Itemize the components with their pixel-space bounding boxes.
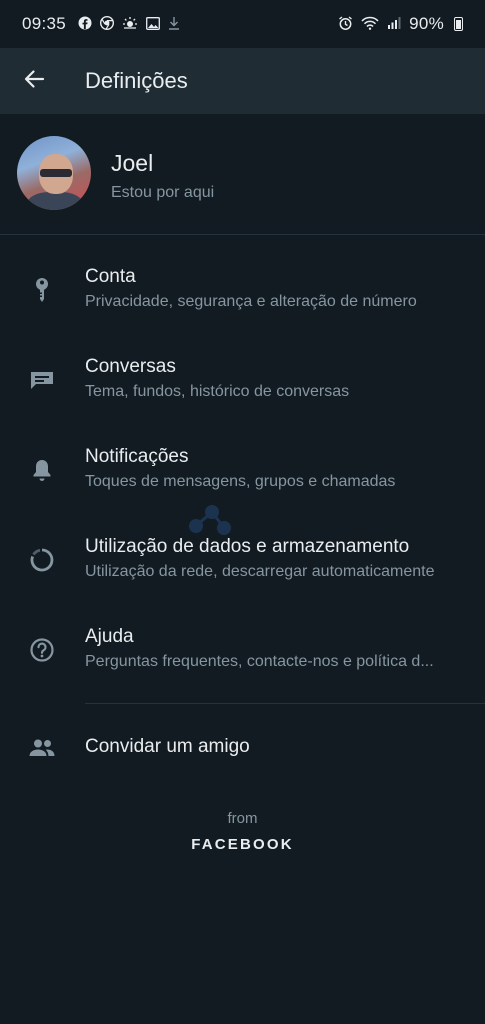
status-time: 09:35 <box>22 14 67 33</box>
menu-subtitle: Utilização da rede, descarregar automati… <box>85 563 435 580</box>
divider <box>0 234 485 235</box>
avatar[interactable] <box>17 136 91 210</box>
back-button[interactable] <box>18 65 50 97</box>
menu-item-data-storage[interactable]: Utilização de dados e armazenamento Util… <box>0 516 485 606</box>
profile-name: Joel <box>111 150 154 176</box>
menu-item-help[interactable]: Ajuda Perguntas frequentes, contacte-nos… <box>0 606 485 696</box>
invite-label: Convidar um amigo <box>85 736 250 757</box>
download-icon <box>168 16 180 32</box>
menu-subtitle: Privacidade, segurança e alteração de nú… <box>85 293 417 310</box>
facebook-brand-label: FACEBOOK <box>191 836 294 853</box>
weather-icon <box>122 16 138 32</box>
signal-icon <box>387 16 401 32</box>
menu-title: Ajuda <box>85 626 134 647</box>
battery-icon <box>454 17 463 31</box>
from-label: from <box>227 810 258 827</box>
menu-subtitle: Tema, fundos, histórico de conversas <box>85 383 350 400</box>
page-title: Definições <box>85 68 188 93</box>
status-bar: 09:35 90% <box>0 0 485 48</box>
menu-subtitle: Toques de mensagens, grupos e chamadas <box>85 473 396 490</box>
menu-item-chats[interactable]: Conversas Tema, fundos, histórico de con… <box>0 336 485 426</box>
data-usage-icon <box>28 546 56 574</box>
profile-status: Estou por aqui <box>111 184 215 201</box>
chat-icon <box>28 366 56 394</box>
key-icon <box>28 276 56 304</box>
app-bar: Definições <box>0 48 485 114</box>
chrome-icon <box>100 15 115 32</box>
menu-item-account[interactable]: Conta Privacidade, segurança e alteração… <box>0 246 485 336</box>
wifi-icon <box>361 16 379 32</box>
alarm-icon <box>338 15 353 33</box>
battery-percent: 90% <box>409 14 444 33</box>
menu-title: Conversas <box>85 356 176 377</box>
help-icon <box>28 636 56 664</box>
people-icon <box>28 734 56 762</box>
divider <box>85 703 485 704</box>
arrow-left-icon <box>23 68 45 95</box>
invite-friend-button[interactable]: Convidar um amigo <box>0 722 485 774</box>
menu-item-notifications[interactable]: Notificações Toques de mensagens, grupos… <box>0 426 485 516</box>
menu-title: Conta <box>85 266 136 287</box>
menu-title: Utilização de dados e armazenamento <box>85 536 410 557</box>
menu-subtitle: Perguntas frequentes, contacte-nos e pol… <box>85 653 434 670</box>
menu-title: Notificações <box>85 446 189 467</box>
gallery-icon <box>146 16 160 32</box>
bell-icon <box>28 456 56 484</box>
profile-row[interactable]: Joel Estou por aqui <box>0 114 485 234</box>
facebook-icon <box>78 16 92 32</box>
